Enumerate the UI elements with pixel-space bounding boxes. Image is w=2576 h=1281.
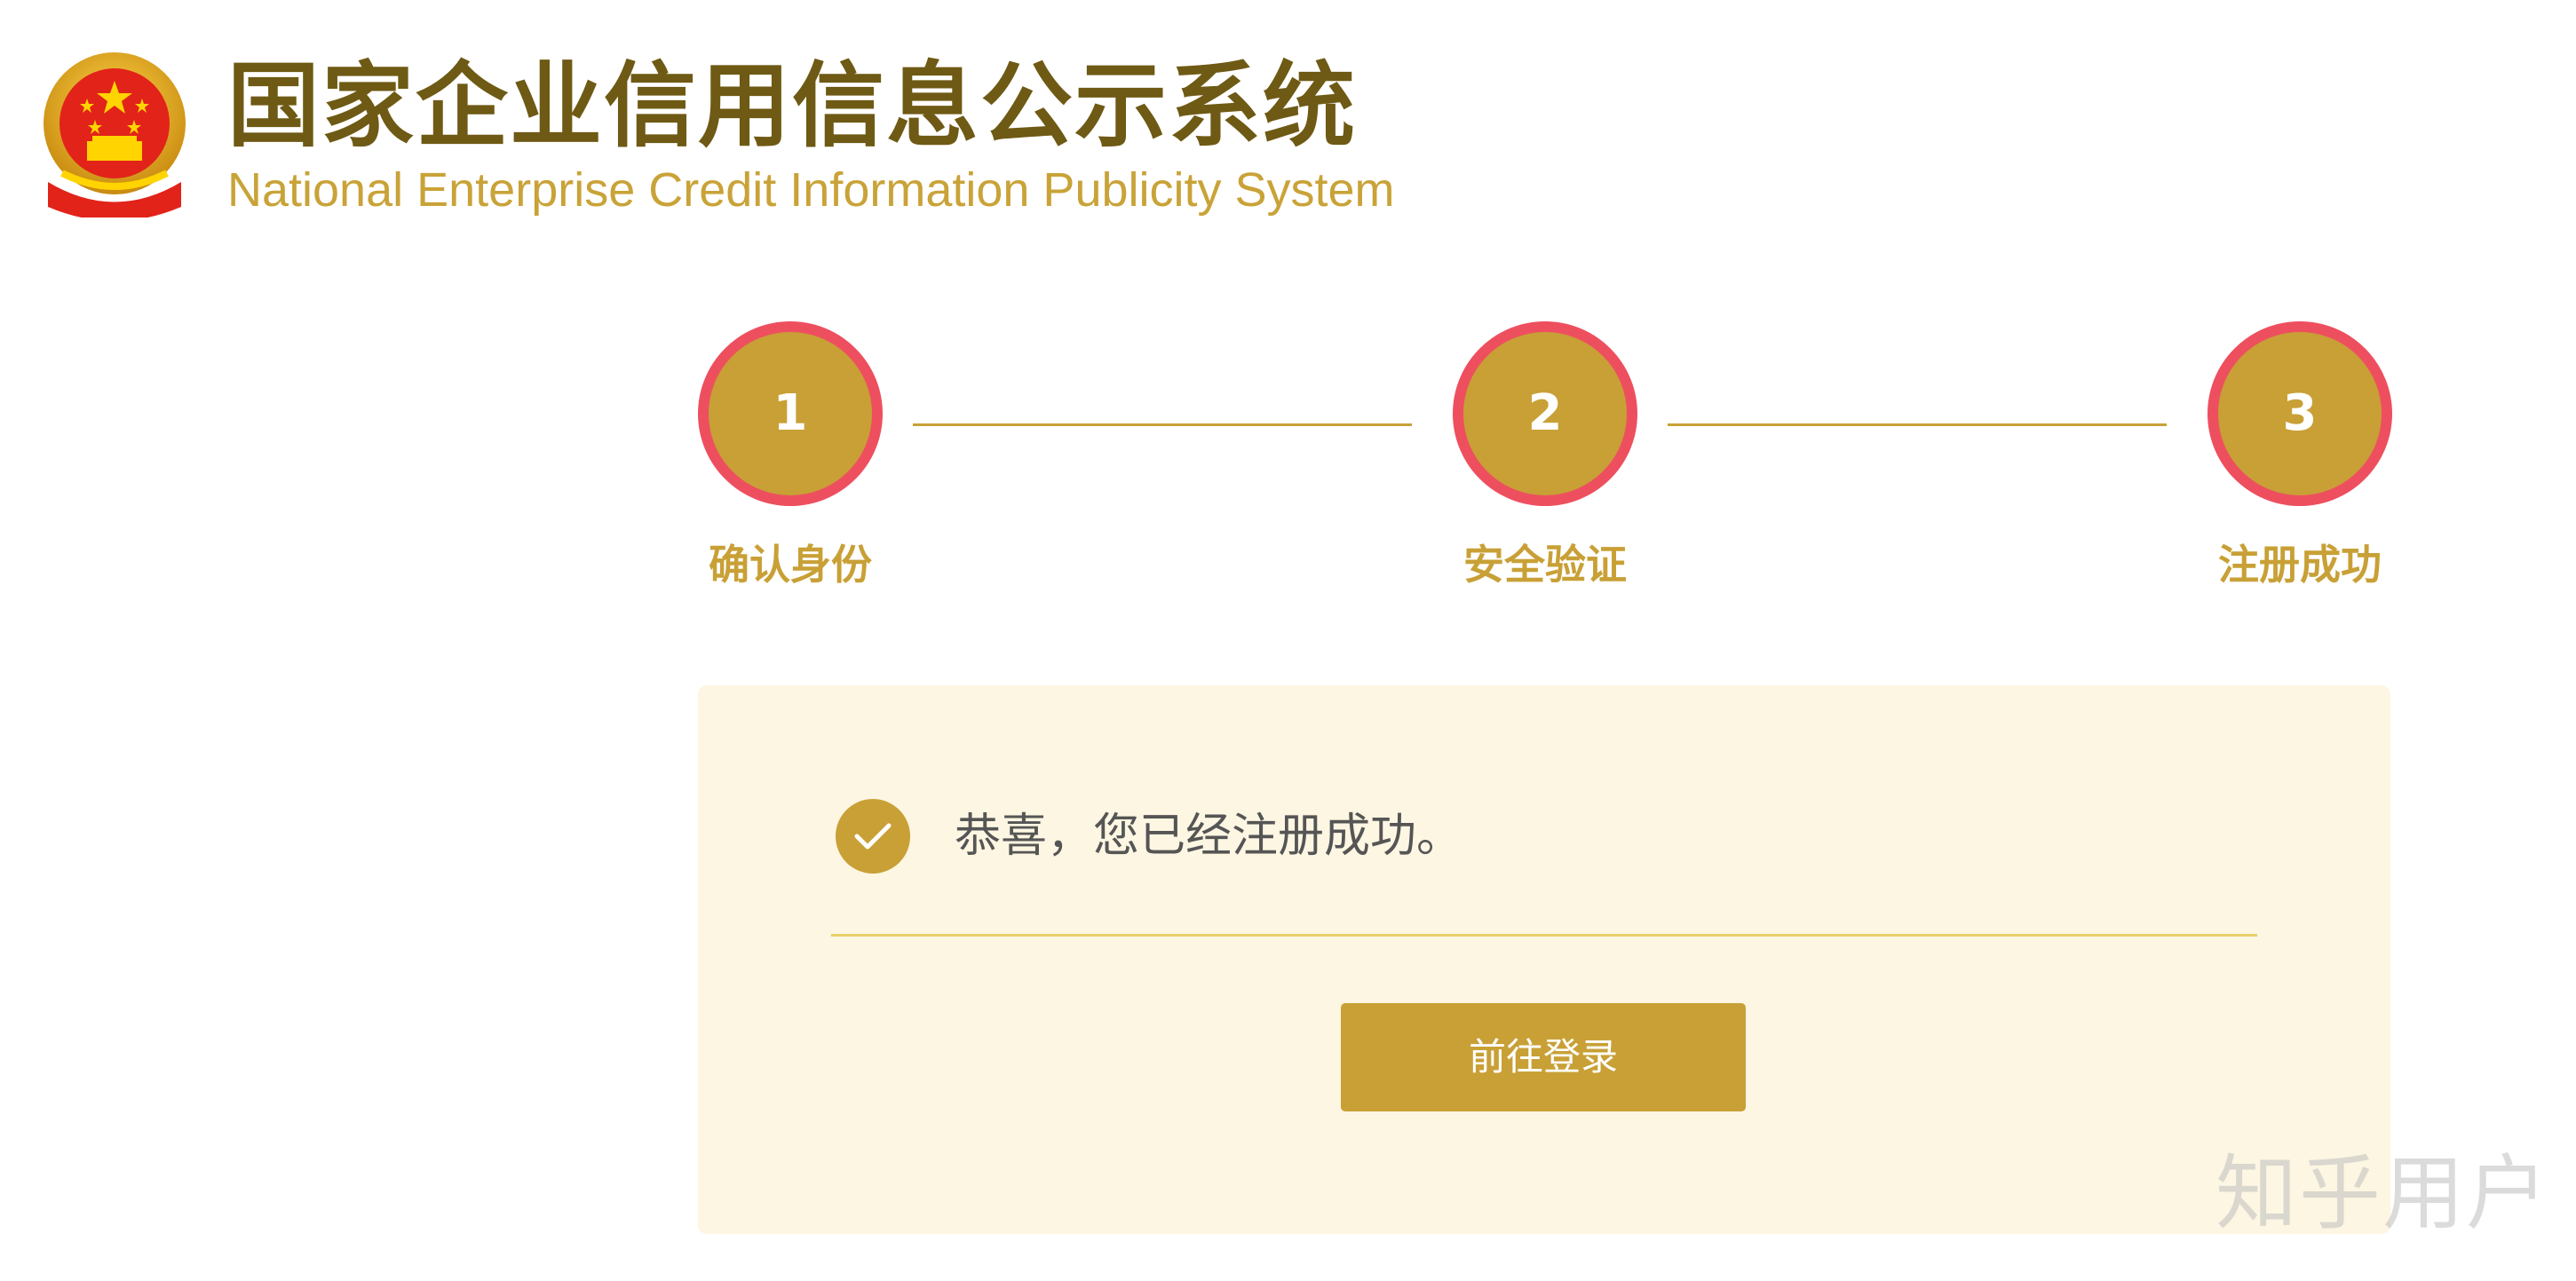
step-2: 2 安全验证 — [1447, 321, 1643, 589]
site-title-en: National Enterprise Credit Information P… — [227, 163, 1395, 217]
step-number-badge: 3 — [2207, 321, 2392, 506]
step-label: 安全验证 — [1463, 541, 1627, 589]
site-header: 国家企业信用信息公示系统 National Enterprise Credit … — [36, 49, 1395, 217]
registration-success-page: 国家企业信用信息公示系统 National Enterprise Credit … — [0, 0, 2576, 1281]
step-number-badge: 1 — [698, 321, 883, 506]
step-number-badge: 2 — [1453, 321, 1637, 506]
national-emblem-icon — [44, 52, 186, 217]
step-1: 1 确认身份 — [693, 321, 888, 589]
step-label: 确认身份 — [709, 541, 872, 589]
step-label: 注册成功 — [2218, 541, 2382, 589]
success-message: 恭喜，您已经注册成功。 — [955, 810, 1463, 863]
go-to-login-button[interactable]: 前往登录 — [1341, 1003, 1746, 1111]
watermark: 知乎用户 — [2215, 1146, 2550, 1241]
step-3: 3 注册成功 — [2202, 321, 2398, 589]
step-connector — [913, 423, 1412, 426]
divider — [831, 934, 2257, 937]
step-connector — [1668, 423, 2167, 426]
success-panel: 恭喜，您已经注册成功。 前往登录 — [698, 685, 2390, 1234]
brand-block: 国家企业信用信息公示系统 National Enterprise Credit … — [227, 49, 1395, 217]
registration-stepper: 1 确认身份 2 安全验证 3 注册成功 — [693, 321, 2398, 605]
site-title-cn: 国家企业信用信息公示系统 — [227, 51, 1358, 160]
check-circle-icon — [836, 799, 910, 874]
success-message-row: 恭喜，您已经注册成功。 — [836, 799, 1462, 874]
